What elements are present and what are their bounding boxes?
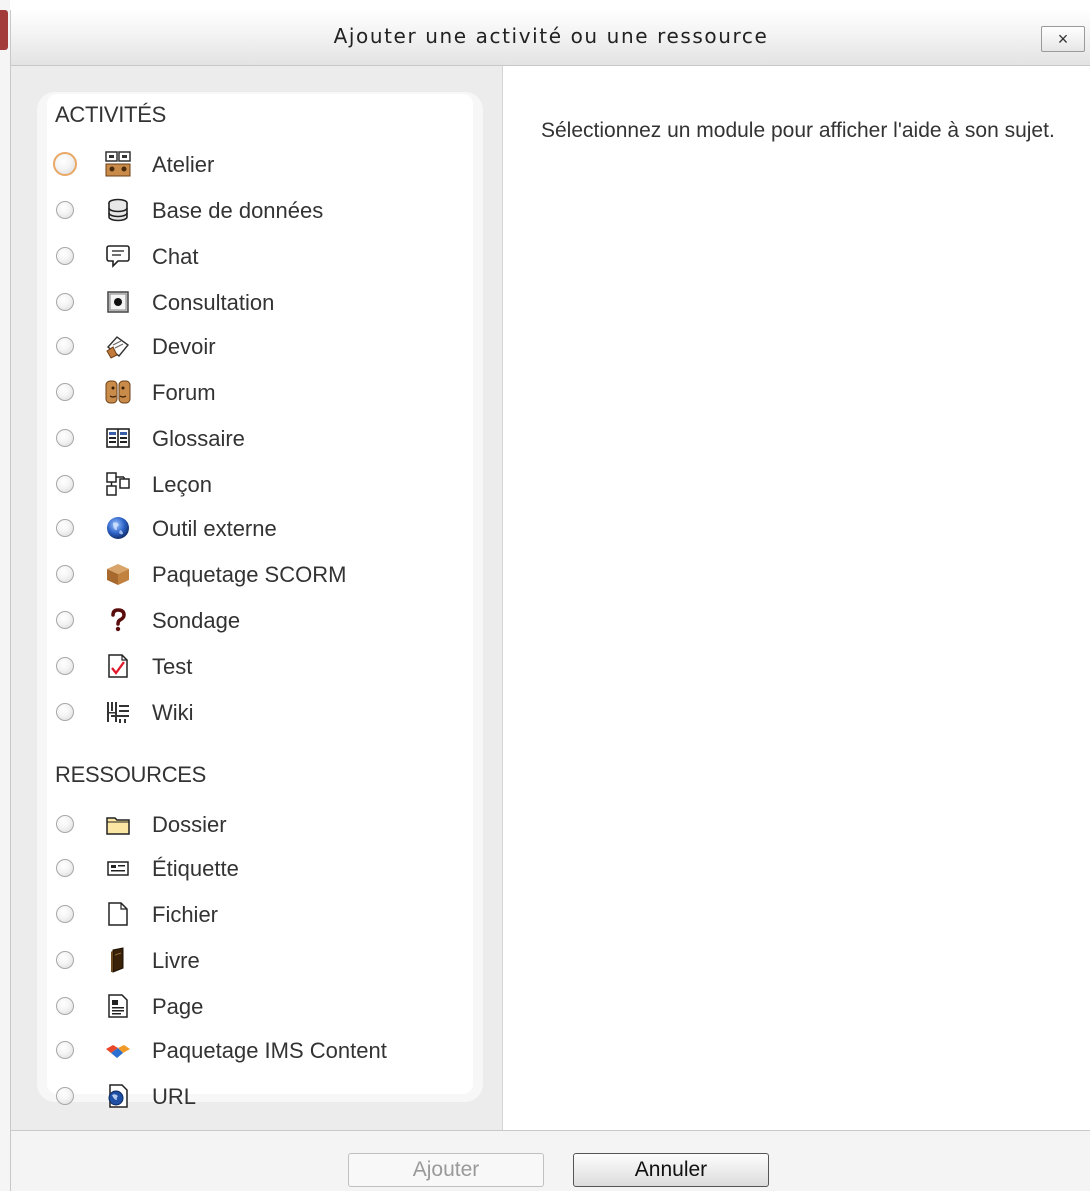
radio-fichier[interactable] bbox=[56, 905, 74, 923]
option-label: Sondage bbox=[152, 608, 241, 633]
option-label: Outil externe bbox=[152, 516, 277, 541]
database-icon bbox=[108, 198, 128, 222]
option-etiquette[interactable]: Étiquette bbox=[51, 850, 471, 890]
option-paquetage-ims[interactable]: Paquetage IMS Content bbox=[51, 1032, 471, 1072]
globe-icon bbox=[107, 517, 129, 539]
option-lecon[interactable]: Leçon bbox=[51, 466, 471, 506]
question-mark-icon bbox=[111, 608, 126, 632]
radio-glossaire[interactable] bbox=[56, 429, 74, 447]
add-activity-dialog: Ajouter une activité ou une ressource × … bbox=[10, 10, 1090, 1191]
url-icon bbox=[108, 1084, 128, 1108]
workshop-icon bbox=[105, 151, 131, 177]
option-glossaire[interactable]: Glossaire bbox=[51, 420, 471, 460]
radio-url[interactable] bbox=[56, 1087, 74, 1105]
radio-livre[interactable] bbox=[56, 951, 74, 969]
assignment-icon bbox=[106, 336, 130, 359]
option-consultation[interactable]: Consultation bbox=[51, 284, 471, 324]
option-label: Forum bbox=[152, 380, 216, 405]
option-devoir[interactable]: Devoir bbox=[51, 328, 471, 368]
dialog-titlebar: Ajouter une activité ou une ressource × bbox=[11, 10, 1090, 66]
option-sondage[interactable]: Sondage bbox=[51, 602, 471, 642]
option-wiki[interactable]: Wiki bbox=[51, 694, 471, 734]
folder-icon bbox=[106, 817, 130, 835]
option-label: Page bbox=[152, 994, 204, 1019]
option-page[interactable]: Page bbox=[51, 988, 471, 1028]
option-url[interactable]: URL bbox=[51, 1078, 471, 1118]
dialog-footer: Ajouter Annuler bbox=[11, 1130, 1090, 1191]
option-label: Glossaire bbox=[152, 426, 245, 451]
option-atelier[interactable]: Atelier bbox=[51, 146, 471, 186]
option-label: Dossier bbox=[152, 812, 227, 837]
module-list-panel: ACTIVITÉS Atelier Base de données Chat C… bbox=[11, 66, 503, 1130]
option-label: Livre bbox=[152, 948, 200, 973]
help-text: Sélectionnez un module pour afficher l'a… bbox=[541, 119, 1055, 142]
radio-paquetage-ims[interactable] bbox=[56, 1041, 74, 1059]
label-icon bbox=[107, 861, 129, 876]
option-label: Consultation bbox=[152, 290, 275, 315]
radio-forum[interactable] bbox=[56, 383, 74, 401]
radio-wiki[interactable] bbox=[56, 703, 74, 721]
option-base-de-donnees[interactable]: Base de données bbox=[51, 192, 471, 232]
forum-icon bbox=[105, 380, 131, 404]
cancel-button[interactable]: Annuler bbox=[573, 1153, 769, 1187]
resources-heading: RESSOURCES bbox=[55, 762, 207, 787]
radio-base-de-donnees[interactable] bbox=[56, 201, 74, 219]
option-label: Test bbox=[152, 654, 193, 679]
lesson-icon bbox=[106, 472, 130, 496]
option-dossier[interactable]: Dossier bbox=[51, 806, 471, 846]
radio-dossier[interactable] bbox=[56, 815, 74, 833]
option-outil-externe[interactable]: Outil externe bbox=[51, 510, 471, 550]
background-page-edge bbox=[0, 0, 10, 1191]
ims-package-icon bbox=[106, 1045, 130, 1058]
option-label: URL bbox=[152, 1084, 197, 1109]
option-chat[interactable]: Chat bbox=[51, 238, 471, 278]
close-button[interactable]: × bbox=[1041, 26, 1085, 52]
add-button[interactable]: Ajouter bbox=[348, 1153, 544, 1187]
close-icon: × bbox=[1057, 29, 1069, 49]
choice-icon bbox=[107, 291, 129, 313]
option-label: Atelier bbox=[152, 152, 215, 177]
glossary-icon bbox=[106, 428, 130, 448]
option-label: Base de données bbox=[152, 198, 324, 223]
option-fichier[interactable]: Fichier bbox=[51, 896, 471, 936]
radio-devoir[interactable] bbox=[56, 337, 74, 355]
page-icon bbox=[108, 994, 128, 1018]
option-label: Leçon bbox=[152, 472, 212, 497]
option-label: Wiki bbox=[152, 700, 194, 725]
option-label: Paquetage IMS Content bbox=[152, 1038, 387, 1063]
option-label: Paquetage SCORM bbox=[152, 562, 347, 587]
radio-consultation[interactable] bbox=[56, 293, 74, 311]
activities-heading: ACTIVITÉS bbox=[55, 102, 166, 127]
option-label: Chat bbox=[152, 244, 199, 269]
help-panel: Sélectionnez un module pour afficher l'a… bbox=[503, 66, 1090, 1130]
option-label: Fichier bbox=[152, 902, 219, 927]
option-paquetage-scorm[interactable]: Paquetage SCORM bbox=[51, 556, 471, 596]
dialog-title: Ajouter une activité ou une ressource bbox=[333, 24, 769, 48]
quiz-check-icon bbox=[108, 654, 128, 678]
radio-lecon[interactable] bbox=[56, 475, 74, 493]
radio-atelier[interactable] bbox=[53, 152, 77, 176]
radio-etiquette[interactable] bbox=[56, 859, 74, 877]
radio-page[interactable] bbox=[56, 997, 74, 1015]
box-icon bbox=[107, 564, 129, 585]
option-livre[interactable]: Livre bbox=[51, 942, 471, 982]
radio-sondage[interactable] bbox=[56, 611, 74, 629]
radio-chat[interactable] bbox=[56, 247, 74, 265]
background-accent bbox=[0, 10, 8, 50]
option-forum[interactable]: Forum bbox=[51, 374, 471, 414]
chat-icon bbox=[106, 245, 130, 268]
file-icon bbox=[108, 902, 128, 926]
option-label: Devoir bbox=[152, 334, 216, 359]
radio-paquetage-scorm[interactable] bbox=[56, 565, 74, 583]
option-label: Étiquette bbox=[152, 856, 239, 881]
radio-test[interactable] bbox=[56, 657, 74, 675]
radio-outil-externe[interactable] bbox=[56, 519, 74, 537]
book-icon bbox=[111, 947, 124, 973]
wiki-icon bbox=[107, 702, 129, 723]
option-test[interactable]: Test bbox=[51, 648, 471, 688]
